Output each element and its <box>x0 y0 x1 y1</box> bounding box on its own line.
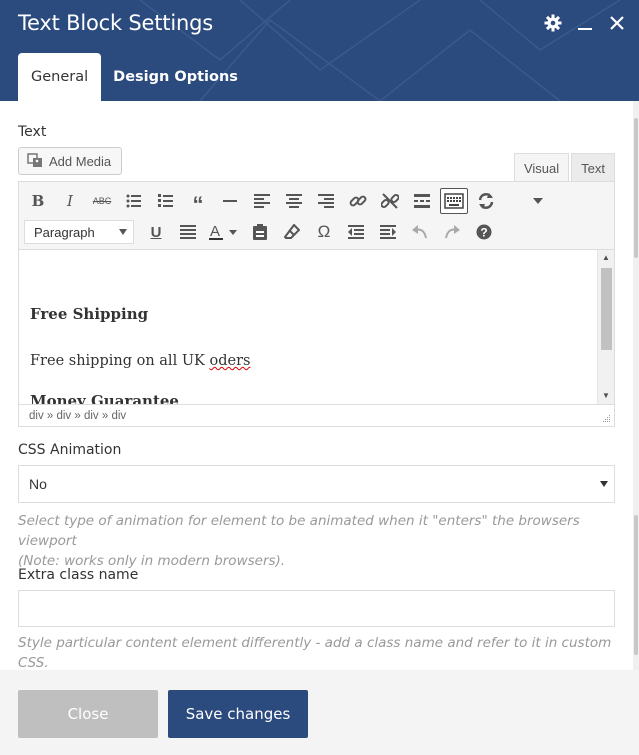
minimize-icon[interactable] <box>575 13 595 33</box>
tab-text[interactable]: Text <box>571 153 615 182</box>
help-icon[interactable]: ? <box>468 218 500 246</box>
clear-formatting-icon[interactable] <box>276 218 308 246</box>
css-animation-value: No <box>29 476 47 492</box>
extra-class-label: Extra class name <box>18 567 139 583</box>
close-icon[interactable] <box>607 13 627 33</box>
media-icon <box>27 153 42 167</box>
justify-icon[interactable] <box>172 218 204 246</box>
content-heading-guarantee: Money Guarantee <box>30 392 179 404</box>
element-path: div » div » div » div <box>19 404 614 426</box>
tab-visual[interactable]: Visual <box>513 153 570 182</box>
tab-design-options[interactable]: Design Options <box>101 53 251 101</box>
modal-header: Text Block Settings General Design Optio… <box>0 0 639 101</box>
horizontal-line-icon[interactable] <box>214 187 246 215</box>
editor-scrollbar[interactable]: ▲ ▼ <box>597 250 614 404</box>
indent-icon[interactable] <box>372 218 404 246</box>
add-media-label: Add Media <box>49 153 112 169</box>
modal-title: Text Block Settings <box>18 11 213 35</box>
scroll-down-icon[interactable]: ▼ <box>602 391 610 400</box>
read-more-icon[interactable] <box>406 187 438 215</box>
italic-icon[interactable]: I <box>54 187 86 215</box>
redo-icon[interactable] <box>436 218 468 246</box>
save-changes-button[interactable]: Save changes <box>168 690 308 738</box>
extra-class-input[interactable] <box>18 590 615 627</box>
special-character-icon[interactable]: Ω <box>308 218 340 246</box>
text-label: Text <box>18 124 47 140</box>
scroll-up-icon[interactable]: ▲ <box>602 253 610 262</box>
text-editor: B I ABC “ Paragraph U A Ω ? Free Shippin… <box>18 181 615 427</box>
close-button[interactable]: Close <box>18 690 158 738</box>
numbered-list-icon[interactable] <box>150 187 182 215</box>
dropdown-arrow-icon[interactable] <box>522 187 554 215</box>
css-animation-select[interactable]: No <box>18 465 615 503</box>
tab-general[interactable]: General <box>18 53 102 101</box>
svg-text:A: A <box>210 223 220 240</box>
modal-scroll-thumb[interactable] <box>634 118 638 258</box>
paste-text-icon[interactable] <box>244 218 276 246</box>
underline-icon[interactable]: U <box>140 218 172 246</box>
bold-icon[interactable]: B <box>22 187 54 215</box>
text-color-icon[interactable]: A <box>204 218 244 246</box>
modal-scroll-thumb-lower[interactable] <box>634 515 638 655</box>
modal-footer: Close Save changes <box>0 670 639 755</box>
align-right-icon[interactable] <box>310 187 342 215</box>
refresh-icon[interactable] <box>470 187 502 215</box>
outdent-icon[interactable] <box>340 218 372 246</box>
format-select[interactable]: Paragraph <box>24 220 134 244</box>
link-icon[interactable] <box>342 187 374 215</box>
strikethrough-icon[interactable]: ABC <box>86 187 118 215</box>
resize-handle-icon[interactable] <box>602 414 611 423</box>
align-center-icon[interactable] <box>278 187 310 215</box>
modal-body: Text Add Media Visual Text B I ABC “ Par… <box>0 101 633 670</box>
undo-icon[interactable] <box>404 218 436 246</box>
extra-class-help: Style particular content element differe… <box>18 635 612 670</box>
format-select-value: Paragraph <box>34 224 95 240</box>
align-left-icon[interactable] <box>246 187 278 215</box>
svg-text:?: ? <box>480 226 487 240</box>
unlink-icon[interactable] <box>374 187 406 215</box>
css-animation-help: Select type of animation for element to … <box>18 513 580 569</box>
chevron-down-icon <box>119 229 127 235</box>
chevron-down-icon <box>600 481 608 487</box>
css-animation-label: CSS Animation <box>18 442 122 458</box>
bullet-list-icon[interactable] <box>118 187 150 215</box>
content-paragraph-shipping: Free shipping on all UK oders <box>30 353 251 369</box>
editor-content-area[interactable]: Free Shipping Free shipping on all UK od… <box>19 249 614 404</box>
add-media-button[interactable]: Add Media <box>18 147 122 175</box>
gear-icon[interactable] <box>543 13 563 33</box>
blockquote-icon[interactable]: “ <box>182 187 214 216</box>
content-heading-shipping: Free Shipping <box>30 305 149 323</box>
toolbar-toggle-icon[interactable] <box>440 188 468 214</box>
